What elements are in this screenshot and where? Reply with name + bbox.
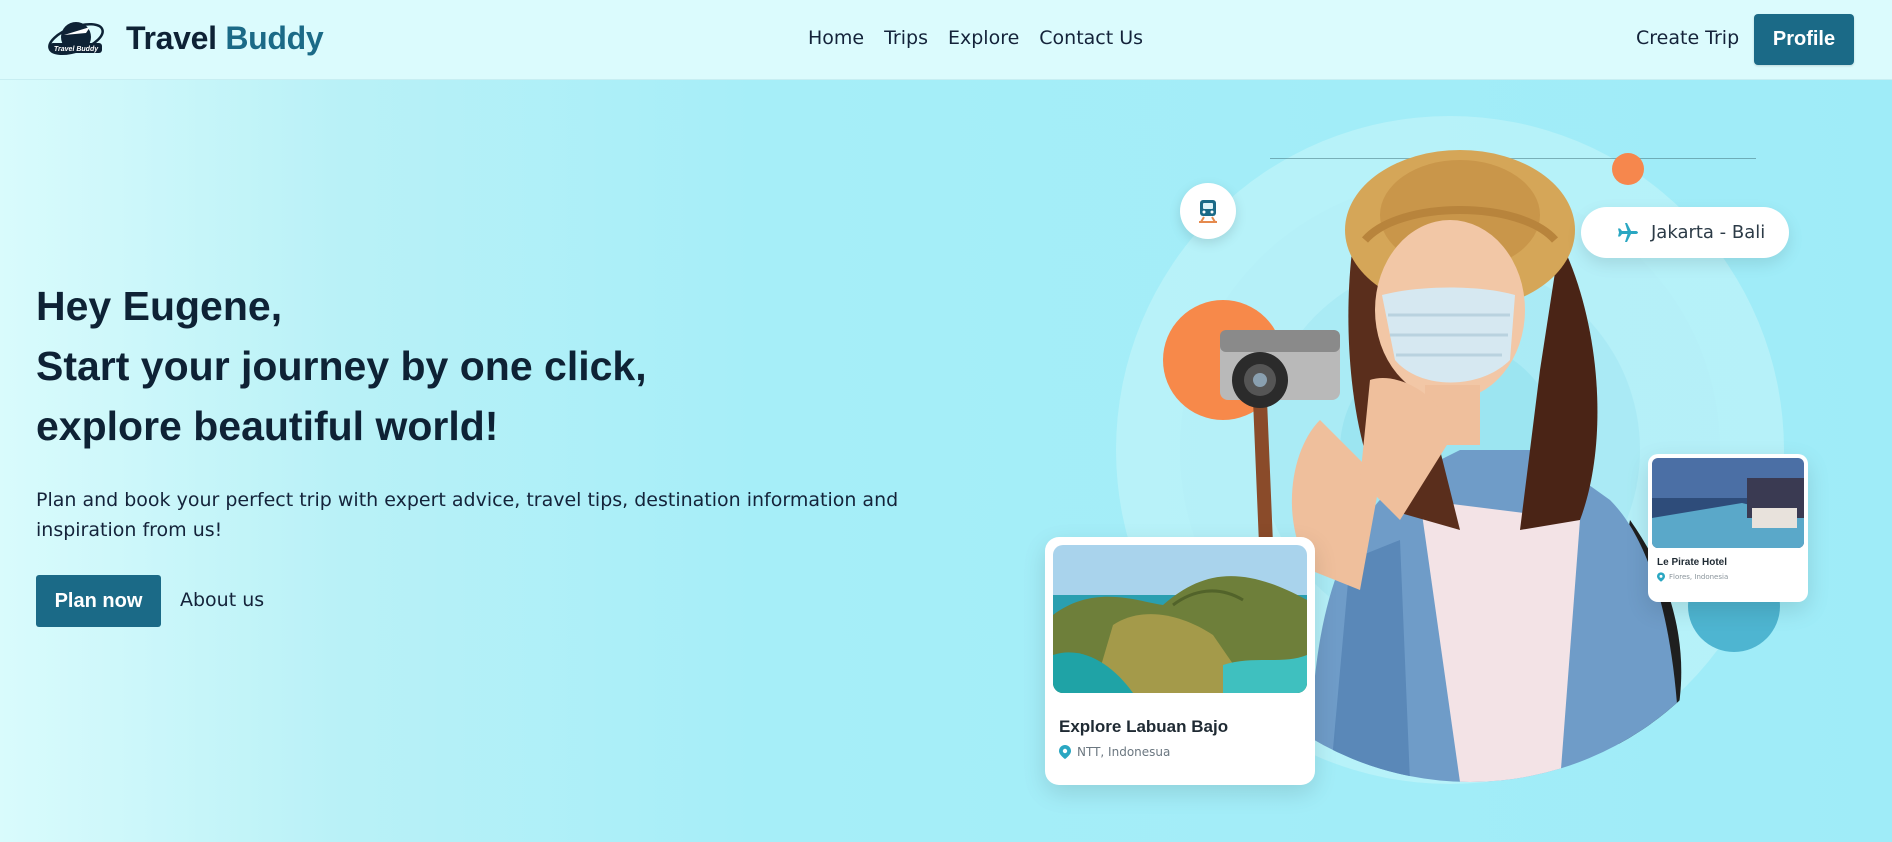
about-us-link[interactable]: About us [180,589,264,611]
hero-subtext: Plan and book your perfect trip with exp… [36,489,899,541]
nav-link-contact-us[interactable]: Contact Us [1039,27,1143,49]
destination-title: Explore Labuan Bajo [1059,717,1229,736]
hero-headline: Hey Eugene, Start your journey by one cl… [36,276,647,456]
plane-icon [1618,222,1638,242]
hotel-title: Le Pirate Hotel [1657,557,1728,568]
route-pill[interactable]: Jakarta - Bali [1581,207,1789,258]
profile-button[interactable]: Profile [1754,14,1854,65]
hero-greeting: Hey Eugene, [36,283,283,329]
nav-link-explore[interactable]: Explore [948,27,1019,49]
brand-name-accent: Buddy [225,20,324,56]
hero-headline-line3: explore beautiful world! [36,403,499,449]
route-label: Jakarta - Bali [1651,222,1766,243]
nav-links: Home Trips Explore Contact Us [808,27,1143,49]
hotel-card-le-pirate[interactable]: Le Pirate Hotel Flores, Indonesia [1648,454,1808,602]
travel-buddy-logo[interactable]: Travel Buddy [46,15,106,63]
top-navbar: Travel Buddy Travel Buddy Home Trips Exp… [0,0,1892,80]
destination-image [1053,545,1307,693]
destination-location: NTT, Indonesua [1059,745,1170,759]
hotel-image [1652,458,1804,548]
nav-link-trips[interactable]: Trips [884,27,928,49]
hero-headline-line2: Start your journey by one click, [36,343,647,389]
train-icon [1199,200,1217,223]
hotel-location: Flores, Indonesia [1657,572,1728,582]
train-badge [1180,183,1236,239]
location-pin-icon [1059,745,1071,759]
svg-text:Travel Buddy: Travel Buddy [54,46,99,53]
location-pin-icon [1657,572,1665,582]
destination-card-labuan-bajo[interactable]: Explore Labuan Bajo NTT, Indonesua [1045,537,1315,785]
hotel-location-text: Flores, Indonesia [1669,573,1729,581]
plan-now-button[interactable]: Plan now [36,575,161,627]
nav-link-home[interactable]: Home [808,27,864,49]
create-trip-link[interactable]: Create Trip [1636,27,1739,49]
brand-name-main: Travel [126,20,217,56]
brand-name[interactable]: Travel Buddy [126,20,324,57]
destination-location-text: NTT, Indonesua [1077,745,1171,759]
